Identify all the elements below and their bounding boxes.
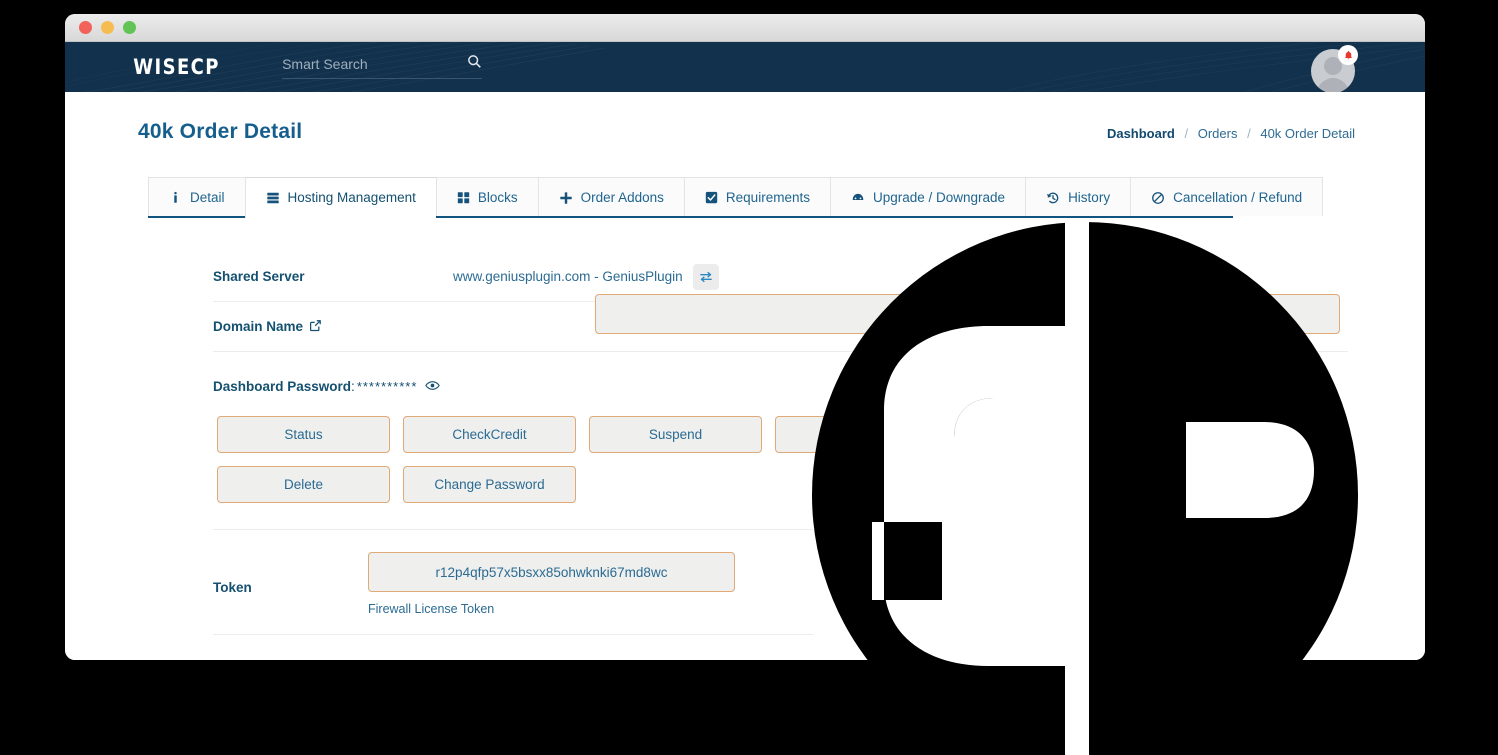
tab-cancellation-refund[interactable]: Cancellation / Refund [1130,177,1324,216]
search-container [282,54,483,79]
tab-label: Order Addons [580,190,664,205]
page-body: 40k Order Detail Dashboard / Orders / 40… [65,92,1425,660]
dashboard-password-masked-value: ********** [356,378,418,394]
ban-icon [1151,191,1165,205]
update-action-button[interactable]: Update [775,416,948,453]
delete-button[interactable]: Delete [217,466,390,503]
domain-name-label: Domain Name [213,319,453,335]
breadcrumb-separator: / [1247,126,1251,141]
breadcrumb-item-dashboard[interactable]: Dashboard [1107,126,1175,141]
tab-order-addons[interactable]: Order Addons [537,177,684,216]
checkbox-icon [705,191,718,204]
token-input[interactable]: r12p4qfp57x5bsxx85ohwknki67md8wc [368,552,735,592]
tab-label: Cancellation / Refund [1173,190,1303,205]
tab-history[interactable]: History [1025,177,1131,216]
tab-label: History [1068,190,1111,205]
token-row: Token r12p4qfp57x5bsxx85ohwknki67md8wc F… [213,552,813,635]
minimize-window-button[interactable] [101,21,114,34]
tab-hosting-management[interactable]: Hosting Management [244,177,436,218]
renew-button[interactable]: Renew [961,416,1134,453]
close-window-button[interactable] [79,21,92,34]
domain-name-label-text: Domain Name [213,319,304,334]
page-top: 40k Order Detail Dashboard / Orders / 40… [65,92,1425,144]
tab-label: Requirements [725,190,810,205]
plus-icon [559,191,573,205]
section-divider [213,529,813,530]
hosting-management-panel: Shared Server www.geniusplugin.com - Gen… [65,218,1425,655]
domain-name-value: .net [978,306,1001,322]
shared-server-value: www.geniusplugin.com - GeniusPlugin [453,269,683,284]
header-wave-decoration [65,42,1425,92]
shared-server-value-wrap: www.geniusplugin.com - GeniusPlugin [453,263,719,290]
tab-label: Upgrade / Downgrade [872,190,1006,205]
tab-upgrade-downgrade[interactable]: Upgrade / Downgrade [829,177,1026,216]
tab-label: Blocks [477,190,518,205]
tab-label: Hosting Management [287,190,416,205]
token-hint: Firewall License Token [368,602,495,616]
tab-label: Detail [190,190,225,205]
submit-update-button[interactable]: Update [977,618,1289,655]
wisecp-logo[interactable]: WISECP [133,55,220,79]
server-icon [266,191,280,205]
grid-icon [457,191,470,204]
browser-titlebar [65,14,1425,42]
breadcrumb-item-order-detail[interactable]: 40k Order Detail [1260,126,1355,141]
breadcrumb-separator: / [1184,126,1189,141]
checkcredit-button[interactable]: CheckCredit [403,416,576,453]
dashboard-password-separator: : [351,378,355,394]
status-button[interactable]: Status [217,416,390,453]
user-menu[interactable] [1311,45,1358,92]
masked-domain-noise [934,306,981,322]
shared-server-label: Shared Server [213,269,305,284]
tab-detail[interactable]: Detail [148,177,245,216]
dashboard-password-label: Dashboard Password [213,378,352,394]
avatar-body [1317,78,1349,92]
maximize-window-button[interactable] [123,21,136,34]
dashboard-password-row: Dashboard Password : ********** [213,378,1425,394]
gauge-icon [851,191,865,205]
eye-icon[interactable] [425,378,441,394]
breadcrumb-item-orders[interactable]: Orders [1198,126,1238,141]
bell-icon[interactable] [1338,45,1358,65]
app-header: WISECP [65,42,1425,92]
breadcrumb: Dashboard / Orders / 40k Order Detail [1107,126,1355,141]
tab-blocks[interactable]: Blocks [435,177,538,216]
domain-name-row: Domain Name .net [213,294,1348,352]
history-icon [1046,191,1060,205]
swap-icon[interactable] [692,263,719,290]
search-icon[interactable] [467,54,482,74]
action-button-grid: Status CheckCredit Suspend Update Renew … [217,416,1147,503]
search-input[interactable] [282,55,453,72]
token-field-group: r12p4qfp57x5bsxx85ohwknki67md8wc Firewal… [368,552,735,616]
page-title: 40k Order Detail [138,120,303,143]
change-password-button[interactable]: Change Password [403,466,576,503]
suspend-button[interactable]: Suspend [589,416,762,453]
token-label: Token [213,580,252,595]
tab-bar: Detail Hosting Management Blocks Order A… [148,177,1324,218]
screenshot-stage: WISECP Smart Search 40k Order Detail Das… [0,0,1498,755]
external-link-icon[interactable] [309,319,322,335]
tab-requirements[interactable]: Requirements [683,177,830,216]
info-icon [169,191,182,204]
browser-window: WISECP Smart Search 40k Order Detail Das… [65,14,1425,660]
domain-name-input[interactable]: .net [595,294,1340,334]
